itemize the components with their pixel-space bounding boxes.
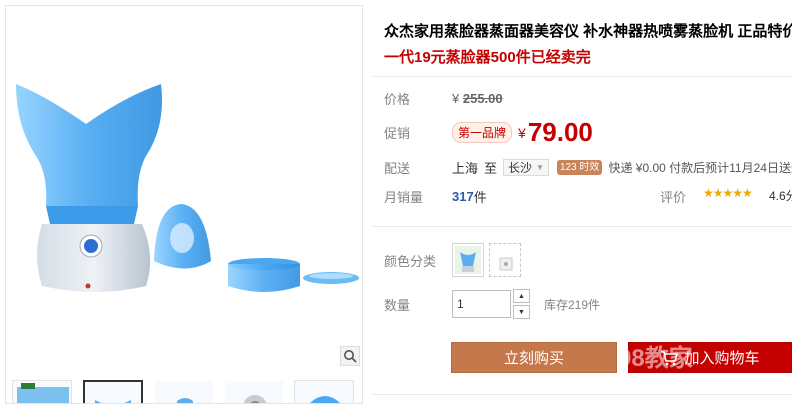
stock-count: 库存219件: [544, 297, 601, 312]
product-title: 众杰家用蒸脸器蒸面器美容仪 补水神器热喷雾蒸脸机 正品特价: [384, 23, 792, 40]
add-to-cart-label: 加入购物车: [684, 350, 760, 367]
color-swatch-image: [455, 246, 481, 274]
product-details-panel: 众杰家用蒸脸器蒸面器美容仪 补水神器热喷雾蒸脸机 正品特价 一代19元蒸脸器50…: [372, 0, 792, 404]
thumbnail-image: [310, 396, 340, 403]
facial-steamer-illustration: [16, 84, 359, 292]
destination-city-select[interactable]: 长沙 ▼: [503, 159, 549, 176]
thumbnail-image: [177, 398, 193, 403]
thumbnail-image: [17, 383, 69, 403]
add-to-cart-button[interactable]: 加入购物车: [628, 342, 792, 373]
original-price-value: 255.00: [462, 91, 503, 106]
monthly-sales-count[interactable]: 317: [452, 189, 474, 204]
sales-row: 月销量 317 件: [384, 187, 487, 206]
promo-tag-badge: 第一品牌: [452, 122, 513, 143]
delivery-time-badge: 123 时效: [556, 160, 603, 175]
main-product-image[interactable]: [6, 6, 362, 372]
color-row: 颜色分类: [384, 243, 526, 277]
currency-symbol: ¥: [452, 91, 460, 106]
ship-to-word: 至: [484, 161, 498, 176]
thumbnail-image: [95, 400, 131, 403]
thumbnail-1[interactable]: [12, 380, 72, 403]
shipping-label: 配送: [384, 161, 411, 176]
product-gallery: [5, 5, 363, 404]
thumbnail-4[interactable]: [224, 380, 284, 403]
currency-symbol: ¥: [518, 124, 526, 141]
monthly-sales-label: 月销量: [384, 190, 424, 205]
color-option-1[interactable]: [452, 243, 484, 277]
thumbnail-5[interactable]: [294, 380, 354, 403]
color-label: 颜色分类: [384, 253, 437, 269]
divider: [372, 226, 792, 227]
thumbnail-3[interactable]: [154, 380, 214, 403]
quantity-row: 数量 ▲ ▼ 库存219件: [384, 289, 600, 319]
product-subtitle: 一代19元蒸脸器500件已经卖完: [384, 49, 591, 66]
ship-from-city: 上海: [452, 161, 479, 176]
promo-price: 79.00: [527, 117, 593, 147]
chevron-down-icon: ▼: [518, 308, 525, 316]
color-swatch-image: [499, 257, 513, 271]
quantity-decrease-button[interactable]: ▼: [513, 305, 530, 319]
thumbnail-image: [243, 395, 267, 403]
promo-row: 促销 第一品牌 ¥ 79.00: [384, 117, 593, 148]
rating-stars-icon[interactable]: ★★★★★: [703, 186, 753, 200]
cart-icon: [661, 350, 679, 365]
promo-label: 促销: [384, 126, 411, 141]
buy-now-button[interactable]: 立刻购买: [451, 342, 617, 373]
quantity-input[interactable]: [452, 290, 511, 318]
monthly-sales-unit: 件: [473, 190, 487, 205]
quantity-label: 数量: [384, 297, 411, 313]
price-label: 价格: [384, 92, 411, 107]
quantity-stepper: ▲ ▼: [513, 289, 530, 319]
rating-value: 4.6分: [769, 189, 792, 203]
thumbnail-2[interactable]: [83, 380, 143, 403]
divider: [372, 76, 792, 77]
divider: [372, 394, 792, 395]
zoom-button[interactable]: [340, 346, 360, 366]
color-option-2[interactable]: [489, 243, 521, 277]
chevron-up-icon: ▲: [518, 292, 525, 300]
quantity-increase-button[interactable]: ▲: [513, 289, 530, 303]
chevron-down-icon: ▼: [536, 163, 544, 172]
original-price: ¥ 255.00: [452, 91, 503, 106]
destination-city-value: 长沙: [508, 161, 533, 175]
rating-label: 评价: [660, 190, 687, 205]
shipping-row: 配送 上海 至 长沙 ▼ 123 时效 快递 ¥0.00 付款后预计11月24日送…: [384, 158, 792, 177]
magnifier-icon: [344, 350, 357, 363]
thumbnail-strip: [6, 378, 362, 403]
price-row: 价格 ¥ 255.00: [384, 89, 503, 108]
shipping-info: 快递 ¥0.00 付款后预计11月24日送达: [608, 161, 792, 175]
